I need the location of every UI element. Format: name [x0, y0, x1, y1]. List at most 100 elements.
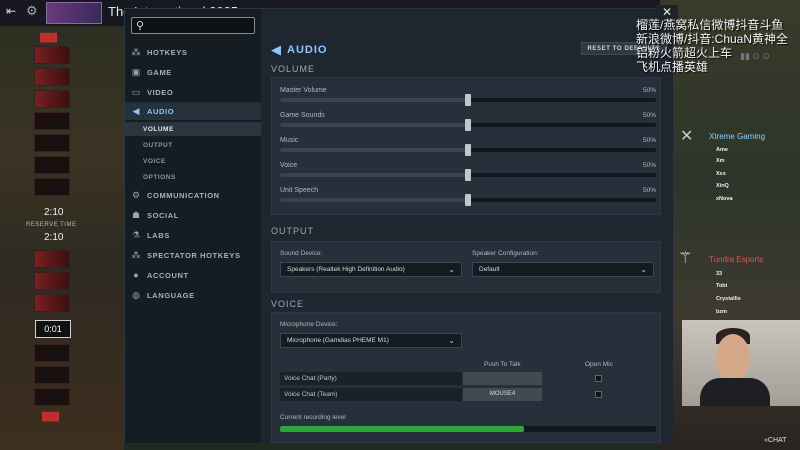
nav-labs[interactable]: ⚗ LABS: [125, 226, 261, 244]
nav-hotkeys[interactable]: ⁂ HOTKEYS: [125, 43, 261, 61]
sound-device-label: Sound Device:: [280, 250, 323, 257]
voice-chat-team-open-mic-checkbox[interactable]: [595, 391, 602, 398]
team-member: Crystallis: [716, 296, 741, 302]
slider-label: Master Volume: [280, 87, 327, 94]
stream-overlay-line: 铝粉火箭超火上车: [636, 46, 733, 60]
output-section-title: OUTPUT: [271, 226, 314, 236]
team-label-bottom: ███: [42, 412, 60, 421]
microphone-dropdown[interactable]: Microphone (Gamdias PHEME M1) ⌄: [280, 333, 462, 348]
subnav-label: VOICE: [143, 157, 166, 165]
music-slider[interactable]: Music 50%: [280, 137, 656, 159]
search-input[interactable]: ⚲: [131, 17, 255, 34]
slider-fill: [280, 148, 468, 152]
gear-icon[interactable]: ⚙: [26, 3, 38, 19]
globe-icon: ◍: [132, 289, 140, 300]
hero-column-lower: [34, 344, 72, 410]
game-sounds-slider[interactable]: Game Sounds 50%: [280, 112, 656, 134]
team-member: Ame: [716, 147, 728, 153]
slider-value: 50%: [642, 112, 656, 119]
speaker-config-label: Speaker Configuration:: [472, 250, 539, 257]
hero-column-top: [34, 46, 72, 200]
nav-label: HOTKEYS: [147, 47, 188, 57]
event-banner: [46, 2, 102, 24]
pick-timer: 0:01: [35, 320, 71, 338]
subnav-label: VOLUME: [143, 125, 174, 133]
slider-handle[interactable]: [465, 94, 471, 106]
team-name: Xtreme Gaming: [709, 132, 766, 141]
webcam-feed: [682, 320, 800, 406]
team-member: xNova: [716, 196, 733, 202]
hero-slot: [34, 112, 70, 130]
game-icon: ▣: [131, 66, 141, 77]
timer-top: 2:10: [44, 207, 64, 218]
nav-label: AUDIO: [147, 106, 175, 116]
nav-language[interactable]: ◍ LANGUAGE: [125, 286, 261, 304]
slider-value: 50%: [642, 87, 656, 94]
nav-label: COMMUNICATION: [147, 190, 220, 200]
screen: ⇤ ⚙ The International 2025 ███ 2:10 RESE…: [0, 0, 800, 450]
voice-chat-team-keybind[interactable]: MOUSE4: [463, 388, 542, 401]
subnav-voice[interactable]: VOICE: [125, 154, 261, 168]
open-mic-header: Open Mic: [585, 361, 613, 368]
master-volume-slider[interactable]: Master Volume 50%: [280, 87, 656, 109]
slider-handle[interactable]: [465, 144, 471, 156]
slider-fill: [280, 198, 468, 202]
slider-handle[interactable]: [465, 169, 471, 181]
subnav-output[interactable]: OUTPUT: [125, 138, 261, 152]
team-member: Tobi: [716, 283, 728, 289]
microphone-value: Microphone (Gamdias PHEME M1): [287, 337, 389, 344]
hotkeys-icon: ⁂: [131, 46, 141, 57]
speaker-config-dropdown[interactable]: Default ⌄: [472, 262, 654, 277]
spectator-icon: ⁂: [131, 249, 141, 260]
stream-overlay-line: 榴莲/燕窝私信微博抖音斗鱼: [636, 18, 784, 32]
voice-section: Microphone Device: Microphone (Gamdias P…: [271, 312, 661, 443]
microphone-label: Microphone Device:: [280, 321, 338, 328]
subnav-label: OUTPUT: [143, 141, 173, 149]
slider-handle[interactable]: [465, 194, 471, 206]
reserve-time-label: RESERVE TIME: [26, 222, 77, 228]
subnav-volume[interactable]: VOLUME: [125, 122, 261, 136]
unit-speech-slider[interactable]: Unit Speech 50%: [280, 187, 656, 209]
team-logo-xtreme: ✕: [680, 128, 694, 145]
recording-level-bar: [280, 426, 525, 432]
slider-value: 50%: [642, 162, 656, 169]
nav-account[interactable]: ● ACCOUNT: [125, 266, 261, 284]
nav-audio[interactable]: ◀ AUDIO: [125, 102, 261, 120]
voice-chat-party-keybind[interactable]: [463, 372, 542, 385]
stream-overlay-line: 飞机点播英雄: [636, 60, 709, 74]
stream-overlay-line: 新浪微博/抖音:ChuaN黄神全: [636, 32, 789, 46]
slider-label: Unit Speech: [280, 187, 319, 194]
slider-label: Voice: [280, 162, 298, 169]
hero-slot: [34, 68, 70, 86]
hero-column-bottom: [34, 250, 72, 316]
voice-chat-team-label: Voice Chat (Team): [280, 388, 462, 401]
slider-fill: [280, 173, 468, 177]
volume-section: Master Volume 50% Game Sounds 50% Music …: [271, 77, 661, 215]
nav-spectator-hotkeys[interactable]: ⁂ SPECTATOR HOTKEYS: [125, 246, 261, 264]
back-arrow-icon[interactable]: ⇤: [6, 4, 16, 18]
gear-icon: ⚙: [131, 189, 141, 200]
social-icon: ☗: [131, 209, 141, 220]
output-section: Sound Device: Speakers (Realtek High Def…: [271, 241, 661, 293]
voice-chat-party-open-mic-checkbox[interactable]: [595, 375, 602, 382]
slider-handle[interactable]: [465, 119, 471, 131]
subnav-options[interactable]: OPTIONS: [125, 170, 261, 184]
hero-slot: [34, 388, 70, 406]
nav-video[interactable]: ▭ VIDEO: [125, 83, 261, 101]
voice-slider[interactable]: Voice 50%: [280, 162, 656, 184]
nav-social[interactable]: ☗ SOCIAL: [125, 206, 261, 224]
hero-slot: [34, 178, 70, 196]
hero-slot: [34, 344, 70, 362]
chevron-down-icon: ⌄: [640, 265, 647, 274]
sound-device-dropdown[interactable]: Speakers (Realtek High Definition Audio)…: [280, 262, 462, 277]
voice-chat-team-row: Voice Chat (Team) MOUSE4: [280, 388, 652, 401]
chevron-down-icon: ⌄: [448, 336, 455, 345]
nav-label: LANGUAGE: [147, 290, 195, 300]
nav-communication[interactable]: ⚙ COMMUNICATION: [125, 186, 261, 204]
media-controls-icon[interactable]: ▮▮ ⊙ ⊙: [740, 51, 770, 62]
voice-section-title: VOICE: [271, 299, 305, 309]
nav-game[interactable]: ▣ GAME: [125, 63, 261, 81]
nav-label: ACCOUNT: [147, 270, 189, 280]
chat-button[interactable]: «CHAT: [764, 437, 786, 444]
page-title: AUDIO: [287, 44, 328, 56]
